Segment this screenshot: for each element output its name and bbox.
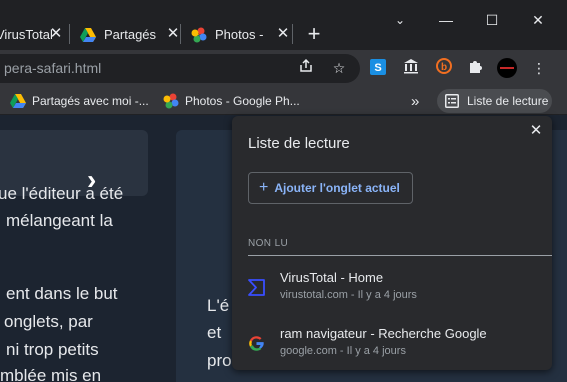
virustotal-icon [248, 279, 265, 296]
chevron-down-icon[interactable]: ⌄ [390, 10, 410, 30]
star-icon[interactable]: ☆ [329, 58, 349, 78]
close-icon[interactable]: ✕ [165, 26, 181, 42]
reading-list-panel: Liste de lecture ✕ + Ajouter l'onglet ac… [232, 116, 552, 370]
close-icon[interactable]: ✕ [275, 26, 291, 42]
bookmarks-overflow-button[interactable]: » [411, 92, 419, 110]
close-window-button[interactable]: ✕ [528, 10, 548, 30]
address-bar[interactable]: pera-safari.html ☆ [0, 54, 360, 83]
item-title: VirusTotal - Home [280, 270, 384, 285]
reading-list-label: Liste de lecture [467, 94, 549, 108]
body-text: ni trop petits [6, 340, 99, 359]
bookmark-partages[interactable]: Partagés avec moi -... [10, 92, 149, 110]
google-icon [248, 335, 265, 352]
reading-list-icon [445, 94, 459, 108]
body-text: mblée mis en [0, 366, 102, 382]
menu-icon[interactable]: ⋮ [529, 58, 549, 78]
museum-icon[interactable] [401, 58, 421, 78]
reading-list-item[interactable]: VirusTotal - Home virustotal.com - Il y … [232, 267, 552, 319]
body-text: et [207, 323, 222, 342]
toolbar: pera-safari.html ☆ S b ⋮ [0, 50, 567, 87]
puzzle-icon[interactable] [465, 58, 485, 78]
close-icon[interactable]: ✕ [48, 26, 64, 42]
maximize-button[interactable]: ☐ [482, 10, 502, 30]
extension-s-icon[interactable]: S [368, 58, 388, 78]
tab-title: Photos - [215, 27, 264, 42]
add-current-tab-button[interactable]: + Ajouter l'onglet actuel [248, 172, 413, 204]
tab-separator [292, 24, 293, 44]
body-text: onglets, par [4, 312, 93, 331]
section-header-unread: NON LU [248, 238, 289, 249]
body-text: mélangeant la [6, 211, 113, 230]
divider [248, 255, 552, 256]
panel-title: Liste de lecture [248, 135, 350, 152]
plus-icon: + [259, 179, 269, 196]
item-meta: google.com - Il y a 4 jours [280, 345, 406, 357]
tab-strip: VirusTotal ✕ Partagés ✕ Photos - ✕ + ⌄ —… [0, 0, 567, 50]
minimize-button[interactable]: — [436, 10, 456, 30]
body-text: ue l'éditeur a été [0, 184, 124, 203]
share-icon[interactable] [296, 58, 316, 78]
bookmark-photos[interactable]: Photos - Google Ph... [163, 92, 300, 110]
extension-b-icon[interactable]: b [434, 58, 454, 78]
svg-text:S: S [374, 62, 381, 74]
tab-title: VirusTotal [0, 27, 53, 42]
new-tab-button[interactable]: + [303, 23, 325, 46]
body-text: ent dans le but [6, 284, 118, 303]
google-photos-icon [191, 27, 207, 43]
tab-partages[interactable]: Partagés ✕ [80, 19, 180, 50]
reading-list-item[interactable]: ram navigateur - Recherche Google google… [232, 323, 552, 370]
body-text: L'é [207, 296, 230, 315]
tab-separator [69, 24, 70, 44]
reading-list-button[interactable]: Liste de lecture [437, 89, 552, 113]
google-drive-icon [10, 93, 26, 109]
bookmarks-bar: Partagés avec moi -... Photos - Google P… [0, 87, 567, 115]
add-button-label: Ajouter l'onglet actuel [274, 181, 400, 195]
item-meta: virustotal.com - Il y a 4 jours [280, 289, 417, 301]
tab-photos[interactable]: Photos - ✕ [191, 19, 291, 50]
google-photos-icon [163, 93, 179, 109]
google-drive-icon [80, 27, 96, 43]
svg-text:b: b [441, 62, 447, 73]
tab-separator [180, 24, 181, 44]
tab-title: Partagés [104, 27, 157, 42]
item-title: ram navigateur - Recherche Google [280, 326, 487, 341]
bookmark-label: Photos - Google Ph... [185, 94, 300, 108]
tab-virustotal[interactable]: VirusTotal ✕ [0, 19, 64, 50]
profile-avatar[interactable] [497, 58, 517, 78]
bookmark-label: Partagés avec moi -... [32, 94, 149, 108]
url-text: pera-safari.html [4, 60, 102, 76]
close-icon[interactable]: ✕ [528, 123, 544, 139]
body-text: pro [207, 351, 232, 370]
